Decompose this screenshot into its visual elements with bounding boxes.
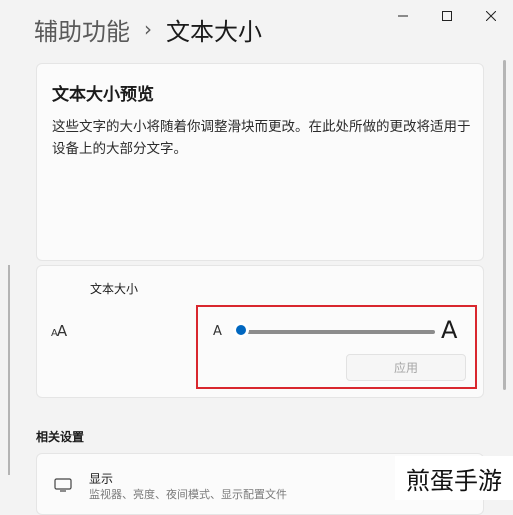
- text-size-preview-card: 文本大小预览 这些文字的大小将随着你调整滑块而更改。在此处所做的更改将适用于设备…: [36, 63, 484, 261]
- display-title: 显示: [89, 472, 114, 486]
- breadcrumb-separator-icon: ›: [144, 17, 152, 41]
- monitor-icon: [54, 478, 72, 492]
- related-settings-header: 相关设置: [36, 430, 85, 444]
- window-controls: [381, 0, 513, 32]
- close-button[interactable]: [469, 0, 513, 32]
- watermark: 煎蛋手游: [395, 456, 513, 500]
- close-icon: [486, 11, 496, 21]
- page-title: 文本大小: [166, 17, 262, 46]
- scrollbar[interactable]: [503, 60, 506, 390]
- slider-thumb[interactable]: [236, 325, 246, 335]
- slider-min-label: A: [213, 324, 222, 339]
- apply-button[interactable]: 应用: [346, 354, 466, 381]
- breadcrumb: 辅助功能 › 文本大小: [34, 12, 262, 46]
- minimize-button[interactable]: [381, 0, 425, 32]
- nav-rail-indicator: [8, 265, 10, 475]
- preview-text: 这些文字的大小将随着你调整滑块而更改。在此处所做的更改将适用于设备上的大部分文字…: [52, 119, 471, 157]
- text-size-icon: AA: [51, 322, 67, 340]
- maximize-icon: [442, 11, 452, 21]
- maximize-button[interactable]: [425, 0, 469, 32]
- slider-max-label: A: [441, 316, 458, 344]
- minimize-icon: [398, 15, 408, 17]
- text-size-title: 文本大小: [90, 282, 139, 296]
- text-size-slider[interactable]: [236, 325, 435, 335]
- preview-title: 文本大小预览: [52, 85, 154, 105]
- breadcrumb-parent-link[interactable]: 辅助功能: [34, 12, 130, 47]
